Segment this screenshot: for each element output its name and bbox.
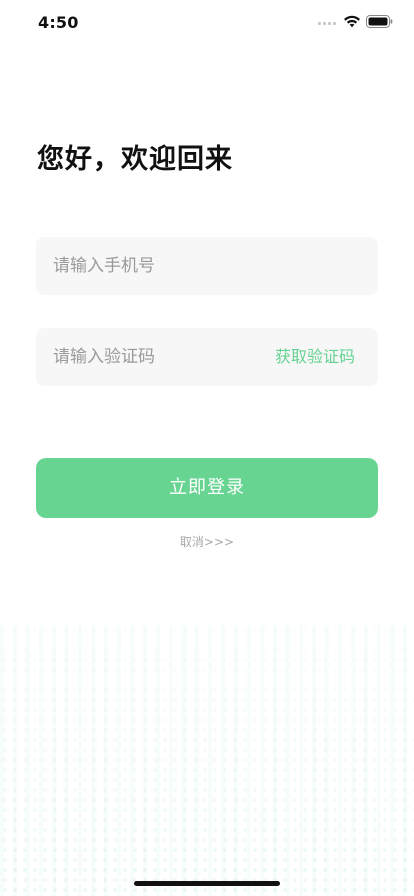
wifi-icon	[344, 15, 360, 28]
login-screen: 4:50 您好，欢迎回来 获取验证码 立即登录 取消>>>	[0, 0, 414, 896]
greeting-title: 您好，欢迎回来	[37, 144, 233, 175]
battery-icon	[366, 15, 393, 28]
login-button[interactable]: 立即登录	[36, 458, 378, 518]
phone-input[interactable]	[53, 237, 353, 295]
signal-icon	[318, 22, 336, 25]
home-indicator	[134, 881, 280, 886]
status-bar: 4:50	[0, 0, 414, 44]
phone-field	[36, 237, 378, 295]
cancel-link[interactable]: 取消>>>	[0, 533, 414, 550]
code-field: 获取验证码	[36, 328, 378, 386]
get-code-button[interactable]: 获取验证码	[275, 328, 355, 386]
background-pattern-dots	[0, 625, 414, 896]
code-input[interactable]	[53, 328, 263, 386]
status-time: 4:50	[38, 13, 79, 32]
